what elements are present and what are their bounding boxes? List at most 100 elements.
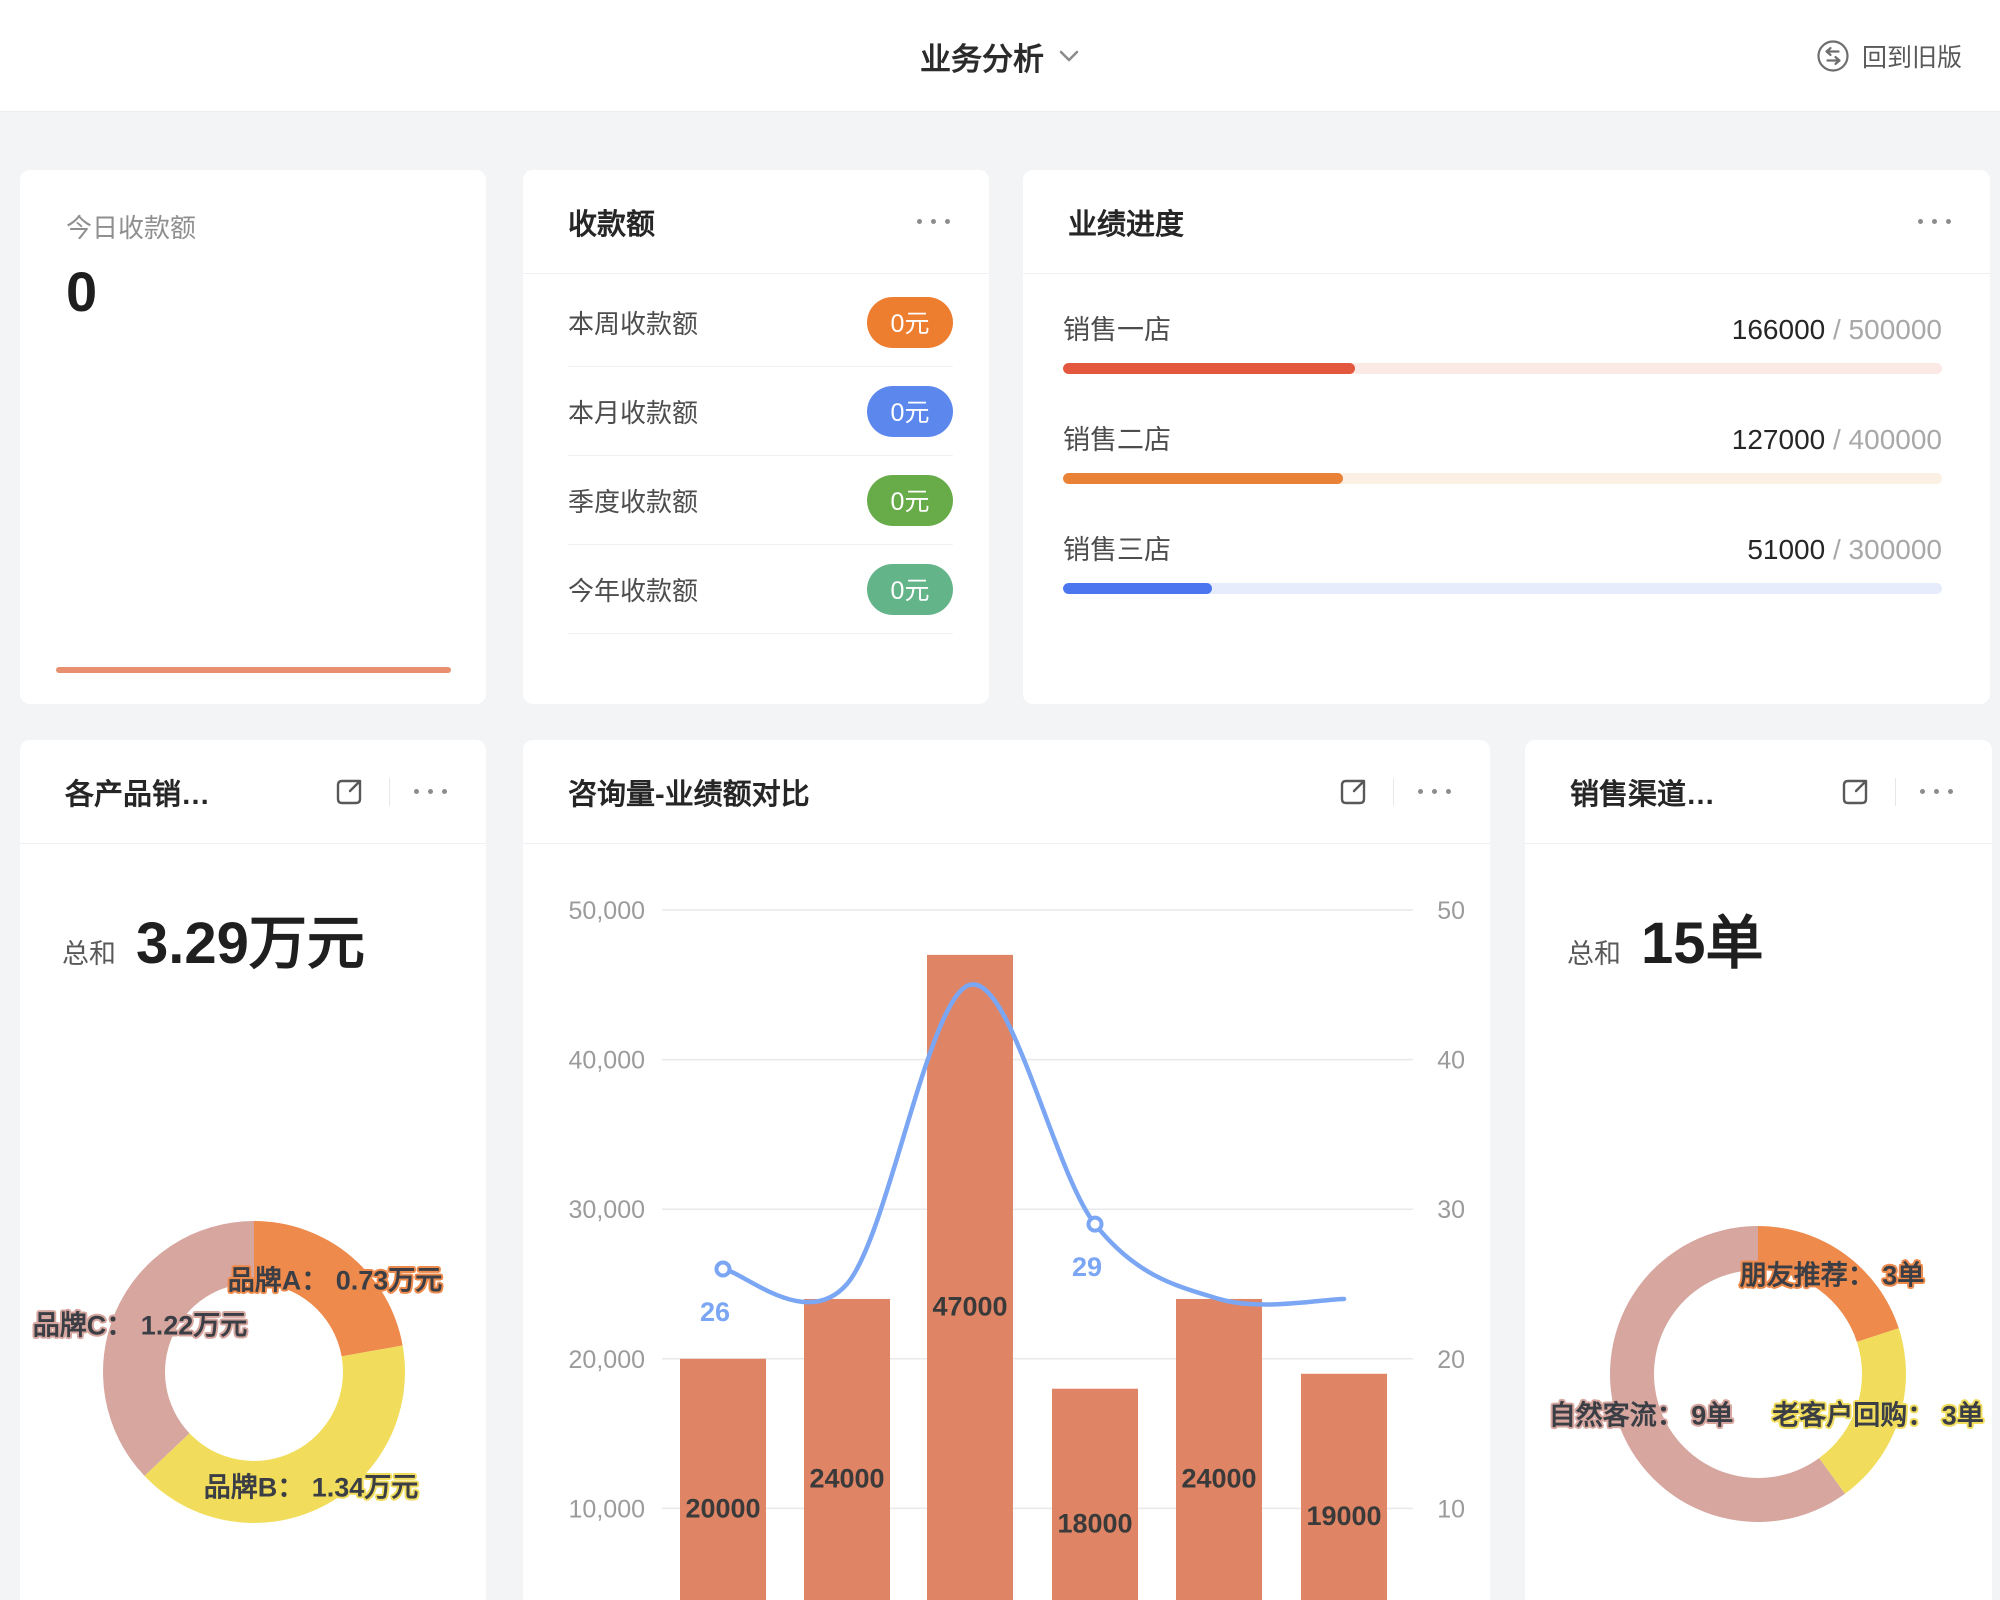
line-point-marker[interactable] [1089,1218,1102,1231]
bar-value-label: 20000 [685,1493,760,1523]
progress-bar-track [1063,583,1942,594]
collections-row-label: 本月收款额 [568,393,698,430]
left-axis-tick: 10,000 [569,1495,645,1523]
channel-more-button[interactable] [1916,772,1956,812]
chevron-down-icon [1058,49,1080,63]
line-point-marker[interactable] [717,1263,730,1276]
collections-row-list: 本周收款额0元本月收款额0元季度收款额0元今年收款额0元 [523,274,989,634]
today-collection-underline [56,667,451,673]
left-axis-tick: 30,000 [569,1196,645,1224]
card-today-collection: 今日收款额 0 [20,170,486,704]
collections-row: 季度收款额0元 [568,456,953,545]
collections-card-header: 收款额 [523,170,989,274]
page-title: 业务分析 [920,34,1044,79]
progress-row-label: 销售二店 [1063,418,1171,457]
bar[interactable] [804,1299,890,1600]
left-axis-tick: 20,000 [569,1346,645,1374]
ellipsis-icon [917,219,950,224]
donut-slice-label: 朋友推荐： 3单 [1740,1254,1925,1293]
right-axis-tick: 30 [1437,1196,1465,1224]
open-fullscreen-icon [1839,776,1871,808]
ellipsis-icon [414,789,447,794]
channel-sum-label: 总和 [1567,932,1621,971]
right-axis-tick: 10 [1437,1495,1465,1523]
collections-amount-badge: 0元 [867,297,953,348]
card-consult-performance: 咨询量-业绩额对比 50,0005040,0004030,0003020,000… [523,740,1490,1600]
left-axis-tick: 50,000 [569,897,645,925]
progress-bar-fill [1063,583,1212,594]
product-sum-row: 总和 3.29万元 [20,896,486,980]
donut-slice-label: 自然客流： 9单 [1549,1394,1734,1433]
bar[interactable] [927,955,1013,1600]
progress-card-title: 业绩进度 [1068,201,1184,243]
progress-card-header: 业绩进度 [1023,170,1990,274]
product-sum-value: 3.29万元 [136,896,365,980]
collections-row: 本月收款额 0元 [568,367,953,456]
bar-value-label: 19000 [1306,1501,1381,1531]
progress-bar-fill [1063,473,1343,484]
channel-sum-value: 15单 [1641,896,1764,980]
progress-row-values: 51000 / 300000 [1747,534,1942,566]
swap-version-icon [1816,39,1850,73]
product-card-title: 各产品销… [65,771,210,813]
right-axis-tick: 50 [1437,897,1465,925]
collections-row-label: 本周收款额 [568,304,698,341]
progress-row-list: 销售一店166000 / 500000 销售二店 127000 / 400000 销售… [1023,274,1990,594]
toolbar-divider [389,778,390,806]
toolbar-divider [1895,778,1896,806]
donut-svg [20,1140,486,1600]
ellipsis-icon [1918,219,1951,224]
donut-slice-label: 老客户回购： 3单 [1772,1394,1984,1433]
product-more-button[interactable] [410,772,450,812]
left-axis-tick: 40,000 [569,1047,645,1075]
progress-bar-track [1063,363,1942,374]
channel-expand-button[interactable] [1835,772,1875,812]
bar[interactable] [1301,1374,1387,1600]
donut-svg [1525,1140,1991,1600]
product-card-header: 各产品销… [20,740,486,844]
today-collection-label: 今日收款额 [66,208,486,245]
product-sum-label: 总和 [62,932,116,971]
collections-row: 本周收款额 0元 [568,278,953,367]
progress-row: 销售三店 51000 / 300000 [1063,528,1942,594]
card-product-sales: 各产品销… 总和 3.29万元 品牌A： 0.73万元品牌B： 1.34万元品牌… [20,740,486,1600]
channel-card-title: 销售渠道… [1570,771,1715,813]
collections-amount-badge: 0元 [867,386,953,437]
bar[interactable] [1052,1389,1138,1600]
collections-row-label: 今年收款额 [568,571,698,608]
bar[interactable] [1176,1299,1262,1600]
line-series [723,984,1344,1304]
progress-row: 销售一店166000 / 500000 [1063,308,1942,374]
bar-value-label: 24000 [1181,1463,1256,1493]
progress-row-values: 166000 / 500000 [1732,314,1942,346]
consult-combo-chart[interactable]: 50,0005040,0004030,0003020,0002010,00010… [523,740,1490,1600]
donut-slice-label: 品牌B： 1.34万元 [204,1466,419,1505]
bar-value-label: 18000 [1057,1508,1132,1538]
bar[interactable] [680,1359,766,1600]
back-to-old-version-button[interactable]: 回到旧版 [1816,0,1962,112]
channel-sum-row: 总和 15单 [1525,896,1992,980]
progress-row-label: 销售三店 [1063,528,1171,567]
progress-row-values: 127000 / 400000 [1732,424,1942,456]
card-collections: 收款额 本周收款额0元本月收款额0元季度收款额0元今年收款额0元 [523,170,989,704]
progress-more-button[interactable] [1914,202,1954,242]
product-donut-chart[interactable]: 品牌A： 0.73万元品牌B： 1.34万元品牌C： 1.22万元 [20,1140,486,1600]
collections-card-title: 收款额 [568,201,655,243]
right-axis-tick: 20 [1437,1346,1465,1374]
donut-slice-label: 品牌C： 1.22万元 [33,1304,248,1343]
channel-card-header: 销售渠道… [1525,740,1992,844]
progress-bar-track [1063,473,1942,484]
line-point-label: 26 [700,1297,730,1327]
top-bar: 业务分析 回到旧版 [0,0,2000,112]
back-to-old-version-label: 回到旧版 [1862,38,1962,74]
card-sales-channels: 销售渠道… 总和 15单 朋友推荐： 3单老客户回购： 3单自然客流： 9单 [1525,740,1992,1600]
product-expand-button[interactable] [329,772,369,812]
collections-amount-badge: 0元 [867,564,953,615]
progress-bar-fill [1063,363,1355,374]
bar-value-label: 47000 [932,1291,1007,1321]
page-title-dropdown[interactable]: 业务分析 [920,0,1080,112]
today-collection-value: 0 [66,259,486,324]
ellipsis-icon [1920,789,1953,794]
channel-donut-chart[interactable]: 朋友推荐： 3单老客户回购： 3单自然客流： 9单 [1525,1140,1992,1600]
collections-more-button[interactable] [913,202,953,242]
